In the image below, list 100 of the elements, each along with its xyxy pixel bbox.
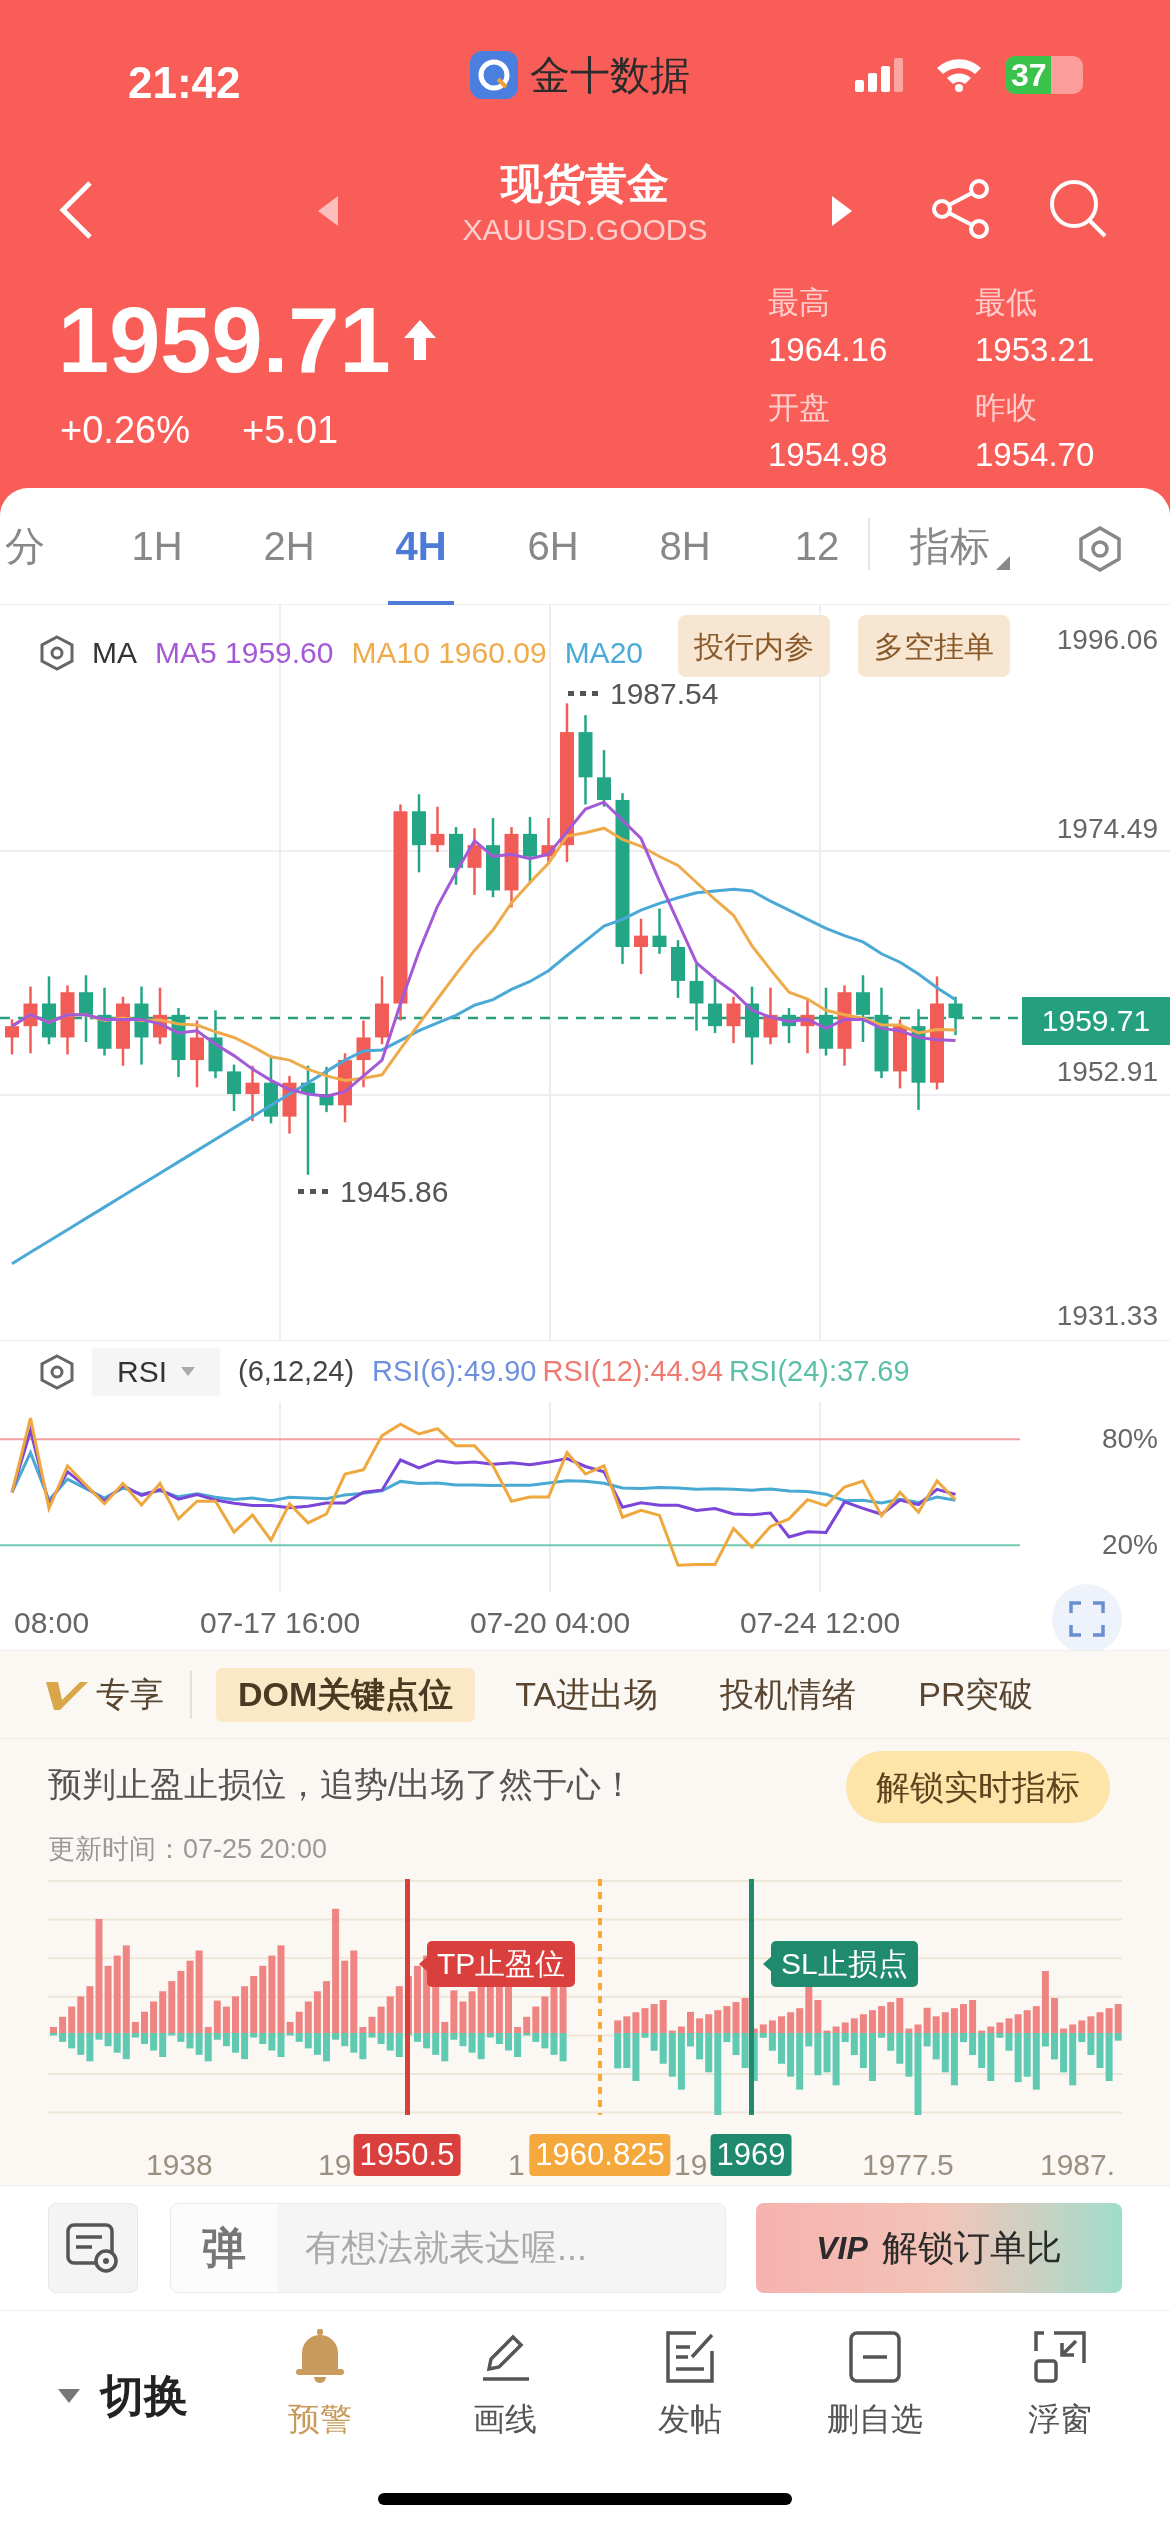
time-axis-label: 07-24 12:00 — [739, 1605, 901, 1641]
stat-label: 最低 — [975, 284, 1037, 322]
current-price-tag: 1959.71 — [1022, 997, 1170, 1045]
stat-value: 1953.21 — [975, 330, 1095, 370]
level-callout: SL止损点 — [771, 1941, 918, 1987]
period-tab[interactable]: 12 — [751, 488, 883, 605]
candlestick — [652, 908, 667, 954]
candlestick — [227, 1064, 241, 1111]
price-axis-label: 1977.5 — [862, 2147, 954, 2183]
next-triangle-icon[interactable] — [832, 196, 852, 226]
analysis-tab[interactable]: PR突破 — [896, 1667, 1056, 1722]
indicator-selector[interactable]: RSI — [92, 1347, 220, 1396]
settings-icon[interactable] — [1078, 526, 1122, 572]
period-tab[interactable]: 4H — [355, 488, 487, 605]
ma-legend-value: MA5 1959.60 — [155, 635, 334, 671]
price-axis-label: 19 — [318, 2147, 352, 2183]
battery-indicator: 37 — [1005, 56, 1083, 94]
rsi-legend-value: RSI(24):37.69 — [729, 1353, 910, 1389]
analysis-tab[interactable]: 投机情绪 — [698, 1667, 879, 1722]
price-axis-label: 1952.91 — [1056, 1055, 1158, 1089]
price-axis-label: 1 — [508, 2147, 525, 2183]
shrink-window-icon — [1032, 2329, 1088, 2385]
candlestick — [467, 828, 482, 895]
instrument-symbol: XAUUSD.GOODS — [462, 212, 708, 248]
rsi-axis-label: 80% — [1101, 1422, 1158, 1456]
candlestick — [153, 987, 167, 1045]
back-icon[interactable] — [58, 180, 94, 240]
wifi-icon — [935, 56, 983, 92]
candlestick — [245, 1065, 260, 1122]
last-price: 1959.71 — [58, 290, 391, 390]
stat-label: 昨收 — [975, 389, 1037, 427]
toolbar-item[interactable]: 删自选 — [800, 2329, 950, 2443]
price-axis-label: 1974.49 — [1056, 812, 1158, 846]
status-time: 21:42 — [128, 57, 241, 109]
dropdown-caret-icon — [181, 1367, 195, 1376]
toolbar-item[interactable]: 画线 — [430, 2329, 580, 2443]
order-settings-button[interactable] — [48, 2203, 138, 2293]
research-button[interactable]: 投行内参 — [678, 615, 830, 677]
indicator-dropdown[interactable]: 指标 — [910, 516, 1010, 576]
candlestick — [449, 827, 463, 885]
back-to-app-label[interactable]: 金十数据 — [530, 45, 690, 105]
research-button[interactable]: 多空挂单 — [858, 615, 1010, 677]
document-gear-icon — [66, 2223, 120, 2273]
share-icon[interactable] — [930, 178, 992, 240]
period-tab[interactable]: 2H — [223, 488, 355, 605]
price-level-tag: 1960.825 — [529, 2134, 671, 2176]
analysis-tab[interactable]: TA进出场 — [493, 1667, 681, 1722]
update-time: 更新时间：07-25 20:00 — [48, 1833, 328, 1866]
candlestick — [264, 1055, 278, 1124]
candlestick — [800, 997, 815, 1054]
period-tab[interactable]: 6H — [487, 488, 619, 605]
stat-label: 最高 — [768, 284, 830, 322]
callout-pointer-icon — [419, 1956, 428, 1972]
ma-legend-value: MA20 — [564, 635, 643, 671]
rsi-legend-value: RSI(6):49.90 — [372, 1353, 537, 1389]
settings-icon[interactable] — [40, 1353, 74, 1390]
toolbar-item[interactable]: 发帖 — [615, 2329, 765, 2443]
candlestick — [856, 975, 870, 1042]
stat-value: 1954.98 — [768, 435, 888, 475]
candlestick — [190, 1020, 204, 1088]
candlestick — [79, 975, 93, 1042]
rsi-parameters: (6,12,24) — [238, 1353, 355, 1389]
time-axis-label: 08:00 — [14, 1605, 90, 1641]
candlestick — [671, 940, 685, 998]
comment-field[interactable]: 弹 有想法就表达喔... — [170, 2203, 726, 2293]
price-axis-label: 1987. — [1040, 2147, 1116, 2183]
stat-value: 1954.70 — [975, 435, 1095, 475]
price-axis-label: 1938 — [146, 2147, 213, 2183]
callout-pointer-icon — [763, 1956, 772, 1972]
price-level-tag: 1969 — [710, 2134, 792, 2176]
period-tab[interactable]: 分 — [0, 488, 91, 605]
previous-triangle-icon[interactable] — [318, 196, 338, 226]
candlestick — [60, 985, 75, 1055]
analysis-tab[interactable]: DOM关键点位 — [216, 1667, 476, 1722]
candlestick — [430, 806, 445, 852]
period-tab[interactable]: 8H — [619, 488, 751, 605]
candlestick — [597, 750, 611, 807]
signal-icon — [855, 58, 905, 92]
search-icon[interactable] — [1048, 178, 1108, 240]
candlestick — [5, 1019, 19, 1055]
price-axis-label: 1996.06 — [1056, 623, 1158, 657]
rsi-legend-value: RSI(12):44.94 — [542, 1353, 724, 1389]
toolbar-item[interactable]: 预警 — [245, 2329, 395, 2443]
unlock-indicator-button[interactable]: 解锁实时指标 — [846, 1751, 1110, 1823]
candlestick — [23, 986, 38, 1054]
up-arrow-icon — [404, 320, 436, 360]
toolbar-item[interactable]: 浮窗 — [985, 2329, 1135, 2443]
price-axis-label: 19 — [674, 2147, 708, 2183]
level-callout: TP止盈位 — [427, 1941, 576, 1987]
vip-label: VIP — [816, 2229, 868, 2268]
vip-logo-icon — [46, 1679, 88, 1710]
unlock-order-ratio-button[interactable]: VIP 解锁订单比 — [756, 2203, 1122, 2293]
candlestick — [763, 987, 778, 1045]
app-icon[interactable] — [470, 51, 518, 99]
price-axis-label: 1931.33 — [1056, 1299, 1158, 1333]
switch-button[interactable]: 切换 — [58, 2363, 188, 2429]
price-level-tag: 1950.5 — [353, 2134, 461, 2176]
period-tab[interactable]: 1H — [91, 488, 223, 605]
settings-icon[interactable] — [40, 634, 74, 671]
danmaku-icon[interactable]: 弹 — [171, 2204, 277, 2292]
